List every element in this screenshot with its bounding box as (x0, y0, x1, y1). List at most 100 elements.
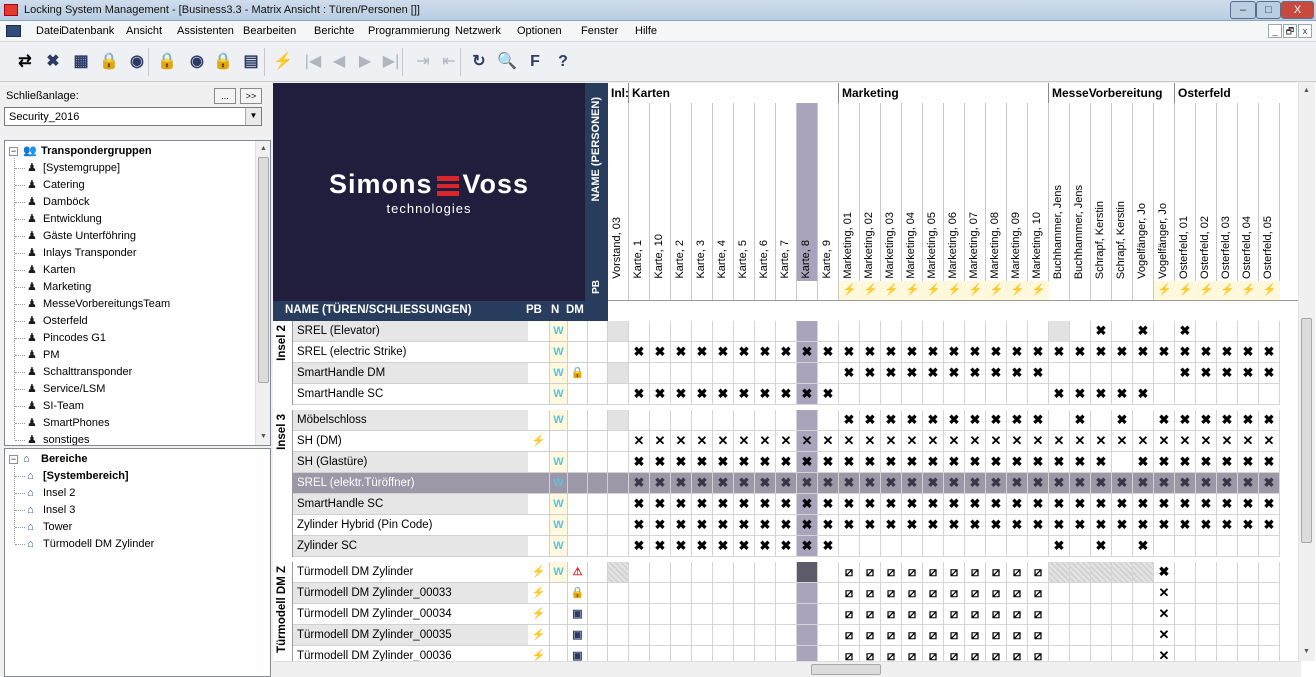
authorized-cross-icon[interactable]: ✖ (797, 342, 818, 363)
matrix-cell[interactable] (1133, 625, 1154, 646)
row-group-trmodelldmz[interactable]: Türmodell DM Z (273, 562, 293, 667)
authorized-cross-icon[interactable]: ✖ (986, 452, 1007, 473)
authorized-cross-icon[interactable]: ✖ (629, 515, 650, 536)
pending-authorization-icon[interactable]: ⧄ (839, 583, 860, 604)
matrix-cell[interactable] (1070, 562, 1091, 583)
authorized-cross-icon[interactable]: ✖ (965, 515, 986, 536)
tree-item[interactable]: ♟ Service/LSM (5, 381, 255, 398)
pending-authorization-icon[interactable]: ⧄ (881, 583, 902, 604)
column-group-inl[interactable]: Inl: (611, 86, 629, 100)
authorized-cross-icon[interactable]: ✖ (881, 410, 902, 431)
matrix-cell[interactable] (1259, 604, 1280, 625)
authorized-cross-icon[interactable]: ✖ (1133, 321, 1154, 342)
matrix-cell[interactable] (1112, 321, 1133, 342)
matrix-cell[interactable] (1217, 536, 1238, 557)
column-person-name[interactable]: Karte, 5 (737, 240, 749, 279)
row-group-insel3[interactable]: Insel 3 (273, 410, 293, 557)
authorized-cross-icon[interactable]: ✖ (629, 384, 650, 405)
authorized-cross-icon[interactable]: ✖ (1112, 384, 1133, 405)
column-person-name[interactable]: Osterfeld, 03 (1220, 216, 1232, 279)
scroll-down-icon[interactable]: ▼ (1299, 644, 1314, 659)
authorized-thin-cross-icon[interactable]: ✕ (692, 431, 713, 452)
matrix-cell[interactable] (650, 363, 671, 384)
new-lock-icon[interactable]: 🔒 (96, 50, 122, 74)
pending-authorization-icon[interactable]: ⧄ (944, 583, 965, 604)
matrix-cell[interactable] (965, 536, 986, 557)
authorized-cross-icon[interactable]: ✖ (1070, 384, 1091, 405)
tree-item[interactable]: ⌂ Türmodell DM Zylinder (5, 536, 255, 553)
pending-authorization-icon[interactable]: ⧄ (944, 562, 965, 583)
authorized-cross-icon[interactable]: ✖ (650, 384, 671, 405)
matrix-cell[interactable] (797, 363, 818, 384)
authorized-thin-cross-icon[interactable]: ✕ (839, 431, 860, 452)
matrix-cell[interactable] (818, 604, 839, 625)
matrix-cell[interactable] (608, 342, 629, 363)
authorized-cross-icon[interactable]: ✖ (1112, 494, 1133, 515)
authorized-cross-icon[interactable]: ✖ (1049, 494, 1070, 515)
authorized-cross-icon[interactable]: ✖ (797, 536, 818, 557)
matrix-cell[interactable] (1259, 321, 1280, 342)
authorized-cross-icon[interactable]: ✖ (734, 494, 755, 515)
authorized-cross-icon[interactable]: ✖ (965, 410, 986, 431)
matrix-cell[interactable] (755, 321, 776, 342)
authorized-cross-icon[interactable]: ✖ (944, 363, 965, 384)
authorized-cross-icon[interactable]: ✖ (1217, 363, 1238, 384)
matrix-cell[interactable] (692, 321, 713, 342)
matrix-cell[interactable] (608, 473, 629, 494)
authorized-thin-cross-icon[interactable]: ✕ (1112, 431, 1133, 452)
matrix-cell[interactable] (1049, 410, 1070, 431)
authorized-cross-icon[interactable]: ✖ (776, 452, 797, 473)
authorized-cross-icon[interactable]: ✖ (797, 494, 818, 515)
pending-authorization-icon[interactable]: ⧄ (986, 625, 1007, 646)
matrix-cell[interactable] (1175, 625, 1196, 646)
authorized-cross-icon[interactable]: ✖ (1028, 342, 1049, 363)
matrix-cell[interactable] (1238, 562, 1259, 583)
matrix-cell[interactable] (734, 625, 755, 646)
matrix-cell[interactable] (902, 536, 923, 557)
authorized-cross-icon[interactable]: ✖ (671, 452, 692, 473)
column-person-name[interactable]: Vogelfänger, Jo (1136, 203, 1148, 279)
matrix-cell[interactable] (713, 625, 734, 646)
matrix-cell[interactable] (965, 384, 986, 405)
matrix-cell[interactable] (965, 321, 986, 342)
authorized-cross-icon[interactable]: ✖ (776, 384, 797, 405)
matrix-cell[interactable] (1028, 384, 1049, 405)
matrix-cell[interactable] (755, 363, 776, 384)
matrix-cell[interactable] (902, 321, 923, 342)
matrix-cell[interactable] (608, 515, 629, 536)
scroll-thumb[interactable] (258, 157, 269, 383)
authorized-thin-cross-icon[interactable]: ✕ (776, 431, 797, 452)
pending-authorization-icon[interactable]: ⧄ (1028, 583, 1049, 604)
matrix-cell[interactable] (1091, 583, 1112, 604)
authorized-thin-cross-icon[interactable]: ✕ (923, 431, 944, 452)
column-person-name[interactable]: Marketing, 09 (1010, 212, 1022, 279)
matrix-cell[interactable] (1196, 583, 1217, 604)
authorized-cross-icon[interactable]: ✖ (1028, 452, 1049, 473)
authorized-cross-icon[interactable]: ✖ (671, 342, 692, 363)
matrix-cell[interactable] (1091, 363, 1112, 384)
column-person-name[interactable]: Buchhammer, Jens (1073, 185, 1085, 279)
authorized-cross-icon[interactable]: ✖ (734, 515, 755, 536)
matrix-cell[interactable] (1259, 583, 1280, 604)
matrix-cell[interactable] (650, 562, 671, 583)
tree-item[interactable]: ♟ Inlays Transponder (5, 245, 255, 262)
matrix-cell[interactable] (1112, 562, 1133, 583)
pending-authorization-icon[interactable]: ⧄ (860, 625, 881, 646)
matrix-cell[interactable] (818, 321, 839, 342)
pending-authorization-icon[interactable]: ⧄ (839, 604, 860, 625)
column-person-name[interactable]: Karte, 2 (674, 240, 686, 279)
column-person-name[interactable]: Karte, 10 (653, 234, 665, 279)
authorized-cross-icon[interactable]: ✖ (713, 384, 734, 405)
authorized-cross-icon[interactable]: ✖ (692, 536, 713, 557)
door-row-name[interactable]: SH (DM) (293, 431, 528, 452)
matrix-cell[interactable] (1175, 583, 1196, 604)
authorized-cross-icon[interactable]: ✖ (818, 342, 839, 363)
pending-authorization-icon[interactable]: ⧄ (1028, 562, 1049, 583)
matrix-cell[interactable] (818, 363, 839, 384)
authorized-cross-icon[interactable]: ✖ (1154, 410, 1175, 431)
authorized-cross-icon[interactable]: ✖ (923, 494, 944, 515)
authorized-cross-icon[interactable]: ✖ (755, 473, 776, 494)
authorized-cross-icon[interactable]: ✖ (1217, 494, 1238, 515)
matrix-cell[interactable] (1070, 583, 1091, 604)
authorized-cross-icon[interactable]: ✖ (1196, 515, 1217, 536)
